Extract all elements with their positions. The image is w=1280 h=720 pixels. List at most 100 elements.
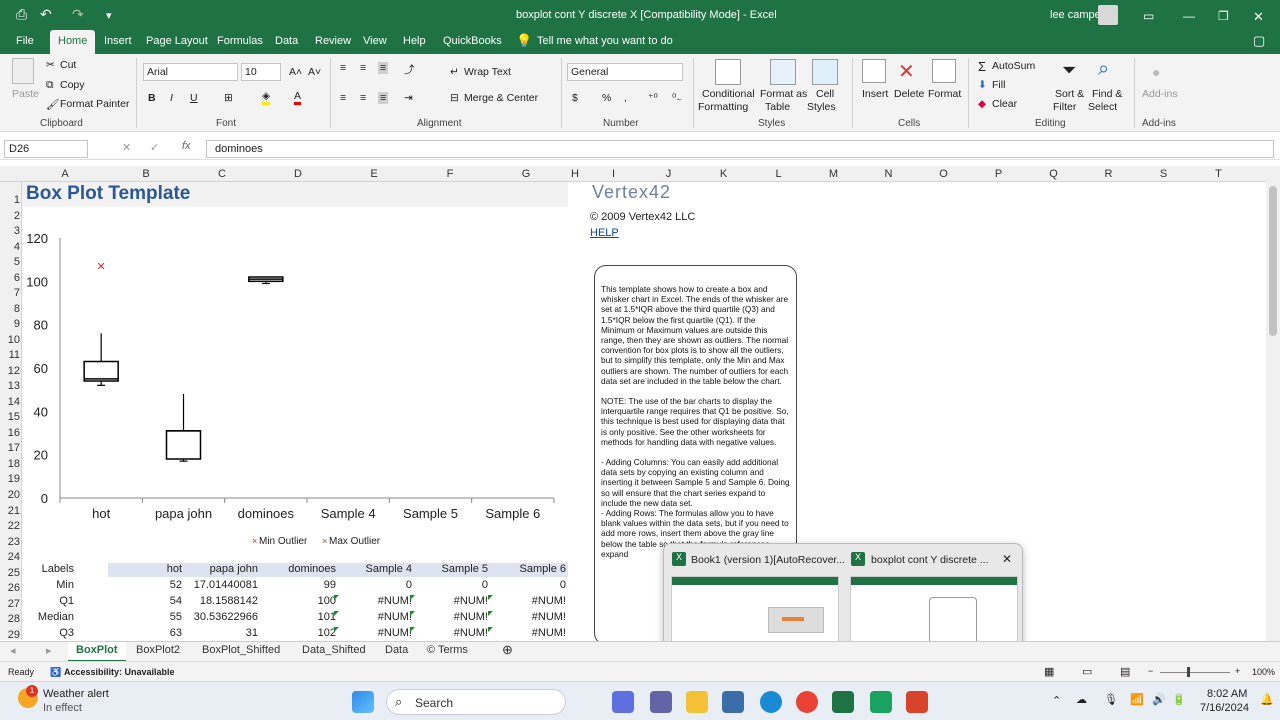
table-cell[interactable]: Median xyxy=(38,611,74,623)
cut-button[interactable]: Cut xyxy=(60,59,76,71)
column-header-L[interactable]: L xyxy=(751,168,806,180)
find-select-button-2[interactable]: Select xyxy=(1088,101,1117,113)
font-size-select[interactable]: 10 xyxy=(241,63,281,81)
table-cell[interactable]: #NUM! xyxy=(454,627,488,639)
redo-icon[interactable]: ↷ xyxy=(72,6,84,23)
maximize-icon[interactable]: ❐ xyxy=(1218,9,1229,23)
zoom-slider-thumb[interactable] xyxy=(1187,667,1190,677)
windows-start-icon[interactable] xyxy=(352,691,374,713)
page-break-view-icon[interactable]: ▤ xyxy=(1120,665,1130,678)
orientation-icon[interactable]: ⤴ xyxy=(404,62,415,77)
data-table[interactable]: Labels hot papa john dominoes Sample 4 Sample… xyxy=(22,563,568,640)
normal-view-icon[interactable]: ▦ xyxy=(1044,665,1054,678)
table-cell[interactable]: 63 xyxy=(170,627,182,639)
wrap-text-icon[interactable]: ↵ xyxy=(450,66,459,78)
autosum-button[interactable]: AutoSum xyxy=(992,60,1035,72)
align-bottom-icon[interactable]: ≡ xyxy=(378,62,389,74)
table-cell[interactable]: 18.1588142 xyxy=(200,595,258,607)
table-cell[interactable]: #NUM! xyxy=(454,611,488,623)
table-cell[interactable]: 55 xyxy=(170,611,182,623)
battery-icon[interactable]: 🔋 xyxy=(1172,693,1186,706)
tab-page-layout[interactable]: Page Layout xyxy=(146,35,208,47)
error-indicator-icon[interactable] xyxy=(488,611,493,616)
sort-filter-button-2[interactable]: Filter xyxy=(1053,101,1076,113)
number-format-select[interactable]: General xyxy=(567,63,683,81)
teams-icon[interactable] xyxy=(650,691,672,713)
row-header-29[interactable]: 29 xyxy=(0,629,20,641)
clock-date[interactable]: 7/16/2024 xyxy=(1200,702,1249,714)
table-cell[interactable]: #NUM! xyxy=(532,595,566,607)
excel-taskbar-icon[interactable] xyxy=(832,691,854,713)
percent-icon[interactable]: % xyxy=(602,92,611,104)
shrink-font-icon[interactable]: A˅ xyxy=(308,66,321,78)
copy-icon[interactable]: ⧉ xyxy=(46,79,54,92)
italic-icon[interactable]: I xyxy=(170,92,173,104)
table-cell[interactable]: 30.53622966 xyxy=(194,611,258,623)
error-indicator-icon[interactable] xyxy=(410,627,415,632)
tab-file[interactable]: File xyxy=(16,35,34,47)
preview-title-2[interactable]: boxplot cont Y discrete ... xyxy=(871,554,989,566)
row-header-16[interactable]: 16 xyxy=(0,427,20,439)
tab-review[interactable]: Review xyxy=(315,35,351,47)
row-header-9[interactable]: 9 xyxy=(0,318,20,330)
wifi-icon[interactable]: 📶 xyxy=(1130,693,1144,706)
error-indicator-icon[interactable] xyxy=(488,627,493,632)
tab-home[interactable]: Home xyxy=(50,30,96,54)
table-cell[interactable]: Q1 xyxy=(59,595,74,607)
delete-cells-button[interactable]: Delete xyxy=(894,88,924,100)
sheet-tab-boxplot-shifted[interactable]: BoxPlot_Shifted xyxy=(202,644,280,656)
column-header-J[interactable]: J xyxy=(641,168,696,180)
row-header-17[interactable]: 17 xyxy=(0,442,20,454)
row-header-6[interactable]: 6 xyxy=(0,272,20,284)
zoom-slider[interactable] xyxy=(1160,672,1230,673)
table-header-cell[interactable]: hot xyxy=(167,563,182,575)
weather-alert-title[interactable]: Weather alert xyxy=(43,688,109,700)
box-plot-chart[interactable]: 0 20 40 60 80 100 120 hot papa john dominoes Sampl… xyxy=(22,226,568,546)
delete-cells-icon[interactable]: ✕ xyxy=(898,59,922,83)
paste-button[interactable]: Paste xyxy=(12,88,39,100)
fill-button[interactable]: Fill xyxy=(992,79,1005,91)
table-cell[interactable]: 52 xyxy=(170,579,182,591)
table-header-cell[interactable]: Labels xyxy=(42,563,74,575)
volume-icon[interactable]: 🔊 xyxy=(1152,693,1166,706)
tab-help[interactable]: Help xyxy=(403,35,426,47)
column-header-K[interactable]: K xyxy=(696,168,751,180)
row-header-23[interactable]: 23 xyxy=(0,536,20,548)
table-header-cell[interactable]: Sample 6 xyxy=(520,563,566,575)
tab-quickbooks[interactable]: QuickBooks xyxy=(443,35,502,47)
table-cell[interactable]: 0 xyxy=(406,579,412,591)
tab-scroll-left-icon[interactable]: ◂ xyxy=(10,644,16,657)
sheet-tab-data[interactable]: Data xyxy=(385,644,408,656)
addins-icon[interactable]: ● xyxy=(1152,64,1160,80)
increase-decimal-icon[interactable]: ⁺⁰ xyxy=(648,92,658,104)
column-header-D[interactable]: D xyxy=(260,168,336,180)
tell-me-search[interactable]: Tell me what you want to do xyxy=(537,35,673,47)
preview-title-1[interactable]: Book1 (version 1)[AutoRecover... xyxy=(691,554,845,566)
borders-icon[interactable]: ⊞ xyxy=(224,92,233,104)
format-cells-button[interactable]: Format xyxy=(928,88,961,100)
insert-cells-icon[interactable] xyxy=(862,59,886,83)
row-header-28[interactable]: 28 xyxy=(0,613,20,625)
column-header-R[interactable]: R xyxy=(1081,168,1136,180)
align-top-icon[interactable]: ≡ xyxy=(340,62,346,74)
cloud-icon[interactable]: ☁ xyxy=(1076,693,1087,706)
format-as-table-button-2[interactable]: Table xyxy=(765,101,790,113)
bold-icon[interactable]: B xyxy=(148,92,156,104)
row-header-5[interactable]: 5 xyxy=(0,256,20,268)
merge-center-button[interactable]: Merge & Center xyxy=(464,92,538,104)
minimize-icon[interactable]: — xyxy=(1183,9,1195,23)
vertical-scrollbar[interactable] xyxy=(1266,166,1280,642)
underline-icon[interactable]: U xyxy=(190,92,198,104)
table-cell[interactable]: Q3 xyxy=(59,627,74,639)
table-cell[interactable]: #NUM! xyxy=(378,627,412,639)
column-header-P[interactable]: P xyxy=(971,168,1026,180)
column-header-S[interactable]: S xyxy=(1136,168,1191,180)
format-as-table-button[interactable]: Format as xyxy=(760,88,807,100)
comma-icon[interactable]: , xyxy=(624,92,627,104)
currency-icon[interactable]: $ xyxy=(572,92,578,104)
qat-more-icon[interactable]: ▾ xyxy=(106,9,112,22)
row-header-22[interactable]: 22 xyxy=(0,520,20,532)
column-header-C[interactable]: C xyxy=(184,168,260,180)
tab-scroll-right-icon[interactable]: ▸ xyxy=(46,644,52,657)
align-center-icon[interactable]: ≡ xyxy=(360,92,366,104)
